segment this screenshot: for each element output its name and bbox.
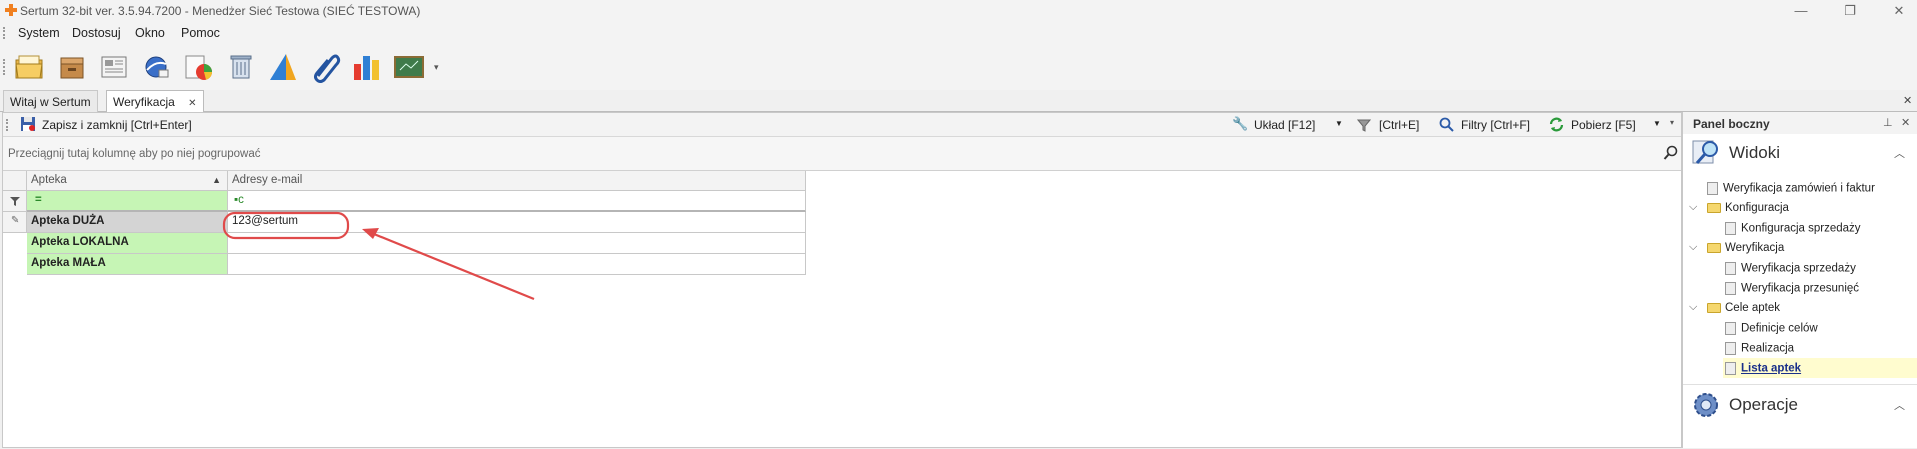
tree-item-label: Weryfikacja zamówień i faktur xyxy=(1723,182,1875,195)
side-panel-title: Panel boczny xyxy=(1693,117,1770,131)
tree-folder-pharmacy-goals[interactable]: Cele aptek xyxy=(1707,302,1780,314)
expand-toggle-icon[interactable]: ⌵ xyxy=(1689,201,1697,214)
document-icon xyxy=(1725,342,1736,355)
views-title: Widoki xyxy=(1729,143,1781,162)
tree-item-label: Lista aptek xyxy=(1741,362,1802,375)
annotation-overlay xyxy=(222,211,535,301)
folder-icon xyxy=(1707,242,1721,253)
menu-help[interactable]: Pomoc xyxy=(181,26,220,40)
restore-button[interactable]: ❐ xyxy=(1836,2,1864,20)
close-window-button[interactable]: ✕ xyxy=(1885,2,1913,20)
tree-item-order-verification[interactable]: Weryfikacja zamówień i faktur xyxy=(1707,182,1875,195)
operations-title: Operacje xyxy=(1729,395,1798,414)
tab-welcome[interactable]: Witaj w Sertum xyxy=(3,90,98,112)
pin-icon[interactable]: ⊥ xyxy=(1883,116,1893,129)
collapse-operations-icon[interactable]: ︿ xyxy=(1894,397,1905,413)
tab-verification-label: Weryfikacja xyxy=(113,95,175,109)
document-icon xyxy=(1725,282,1736,295)
folder-icon[interactable] xyxy=(12,50,46,84)
tree-item-goal-definitions[interactable]: Definicje celów xyxy=(1725,322,1818,335)
bin-icon[interactable] xyxy=(224,50,258,84)
tree-item-sales-configuration[interactable]: Konfiguracja sprzedaży xyxy=(1725,222,1861,235)
chart-pie-icon[interactable] xyxy=(181,50,215,84)
close-all-tabs-icon[interactable]: ✕ xyxy=(1903,94,1912,107)
folder-icon xyxy=(1707,302,1721,313)
paperclip-icon[interactable] xyxy=(308,50,342,84)
menu-system[interactable]: System xyxy=(18,26,60,40)
folder-icon xyxy=(1707,202,1721,213)
box-icon[interactable] xyxy=(55,50,89,84)
globe-icon[interactable] xyxy=(139,50,173,84)
toolbar-grip[interactable] xyxy=(3,59,5,75)
tree-item-transfer-verification[interactable]: Weryfikacja przesunięć xyxy=(1725,282,1859,295)
close-panel-icon[interactable]: ✕ xyxy=(1901,116,1910,129)
menu-customize[interactable]: Dostosuj xyxy=(72,26,121,40)
tree-item-label: Realizacja xyxy=(1741,342,1795,355)
tree-item-realization[interactable]: Realizacja xyxy=(1725,342,1794,355)
tree-item-pharmacy-list[interactable]: Lista aptek xyxy=(1725,362,1801,375)
annotation-arrow-head xyxy=(362,228,379,239)
gear-icon xyxy=(1694,393,1718,417)
collapse-views-icon[interactable]: ︿ xyxy=(1894,145,1905,161)
tree-item-label: Konfiguracja sprzedaży xyxy=(1741,222,1861,235)
document-icon xyxy=(1725,262,1736,275)
verification-document: Zapisz i zamknij [Ctrl+Enter] 🔧 Układ [F… xyxy=(2,112,1682,448)
tree-folder-configuration[interactable]: Konfiguracja xyxy=(1707,202,1789,214)
tree-item-label: Weryfikacja xyxy=(1725,242,1785,254)
side-panel-header: Panel boczny ⊥ ✕ xyxy=(1683,112,1917,134)
menu-bar: System Dostosuj Okno Pomoc xyxy=(0,22,1917,44)
board-icon[interactable] xyxy=(392,50,426,84)
document-icon xyxy=(1707,182,1718,195)
expand-toggle-icon[interactable]: ⌵ xyxy=(1689,241,1697,254)
document-icon xyxy=(1725,222,1736,235)
tree-item-label: Cele aptek xyxy=(1725,302,1780,314)
menu-window[interactable]: Okno xyxy=(135,26,165,40)
main-toolbar: ▾ xyxy=(0,44,1917,90)
toolbar-overflow-icon[interactable]: ▾ xyxy=(434,62,439,73)
triangle-chart-icon[interactable] xyxy=(266,50,300,84)
annotation-highlight-oval xyxy=(222,211,350,240)
tree-item-sales-verification[interactable]: Weryfikacja sprzedaży xyxy=(1725,262,1856,275)
section-divider xyxy=(1683,384,1917,385)
tab-verification[interactable]: Weryfikacja ✕ xyxy=(106,90,204,113)
title-bar: Sertum 32-bit ver. 3.5.94.7200 - Menedże… xyxy=(0,0,1917,22)
document-icon xyxy=(1725,322,1736,335)
window-title: Sertum 32-bit ver. 3.5.94.7200 - Menedże… xyxy=(20,4,421,18)
views-section-header[interactable]: Widoki ︿ xyxy=(1683,134,1917,166)
tree-item-label: Weryfikacja sprzedaży xyxy=(1741,262,1856,275)
minimize-button[interactable]: — xyxy=(1787,2,1815,20)
document-tabs: Witaj w Sertum Weryfikacja ✕ ✕ xyxy=(0,90,1917,113)
views-magnifier-icon xyxy=(1692,140,1718,164)
document-icon[interactable] xyxy=(97,50,131,84)
operations-section-header[interactable]: Operacje ︿ xyxy=(1683,388,1917,422)
expand-toggle-icon[interactable]: ⌵ xyxy=(1689,301,1697,314)
tab-welcome-label: Witaj w Sertum xyxy=(10,95,91,109)
tree-item-label: Weryfikacja przesunięć xyxy=(1741,282,1860,295)
tree-folder-verification[interactable]: Weryfikacja xyxy=(1707,242,1784,254)
tab-close-icon[interactable]: ✕ xyxy=(188,98,196,109)
app-logo-icon xyxy=(5,4,17,16)
tree-item-label: Definicje celów xyxy=(1741,322,1818,335)
document-icon xyxy=(1725,362,1736,375)
side-panel: Panel boczny ⊥ ✕ Widoki ︿ Weryfikacja za… xyxy=(1682,112,1917,448)
bar-chart-icon[interactable] xyxy=(350,50,384,84)
annotation-arrow-line xyxy=(368,230,535,301)
menu-grip[interactable] xyxy=(3,27,5,39)
tree-item-label: Konfiguracja xyxy=(1725,202,1789,214)
